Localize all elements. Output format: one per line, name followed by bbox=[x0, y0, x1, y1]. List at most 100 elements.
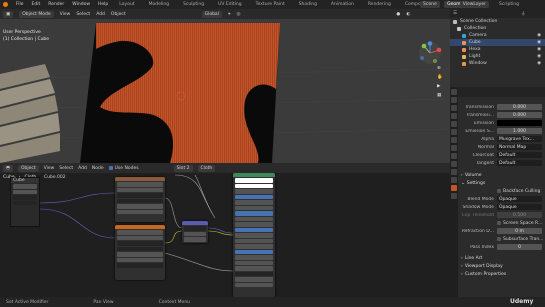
node-field[interactable] bbox=[184, 237, 206, 242]
scene-selector[interactable]: Scene bbox=[420, 1, 440, 8]
node-field[interactable] bbox=[117, 257, 163, 262]
visibility-eye-icon[interactable]: ◉ bbox=[537, 33, 541, 38]
menu-file[interactable]: File bbox=[16, 2, 24, 7]
prop-backface-culling[interactable]: Backface Culling bbox=[459, 187, 545, 195]
camera-view-icon[interactable]: ▶ bbox=[437, 84, 440, 89]
world-tab-icon[interactable] bbox=[451, 129, 457, 135]
node-field[interactable] bbox=[235, 205, 273, 210]
node-field[interactable] bbox=[235, 277, 273, 282]
viewport-menu-object[interactable]: Object bbox=[111, 12, 126, 17]
checkbox[interactable] bbox=[497, 221, 501, 225]
outliner-row-camera[interactable]: Camera ◉ bbox=[450, 32, 545, 39]
node-field[interactable] bbox=[235, 266, 273, 271]
node-field[interactable] bbox=[235, 211, 273, 216]
node-header[interactable] bbox=[115, 225, 165, 229]
prop-link-field[interactable]: Normal Map bbox=[497, 144, 542, 150]
node-field[interactable] bbox=[117, 204, 163, 209]
node-header[interactable] bbox=[182, 221, 208, 225]
data-tab-icon[interactable] bbox=[451, 177, 457, 183]
workspace-tab-modeling[interactable]: Modeling bbox=[146, 1, 172, 8]
shading-solid-icon[interactable]: ● bbox=[396, 12, 400, 17]
texture-tab-icon[interactable] bbox=[451, 193, 457, 199]
viewport-menu-view[interactable]: View bbox=[60, 12, 71, 17]
node-field[interactable] bbox=[184, 231, 206, 236]
zoom-icon[interactable]: ⊕ bbox=[437, 66, 441, 71]
constraints-tab-icon[interactable] bbox=[451, 169, 457, 175]
node-field[interactable] bbox=[117, 193, 163, 198]
workspace-tab-texture-paint[interactable]: Texture Paint bbox=[253, 1, 288, 8]
proportional-edit-icon[interactable]: ◎ bbox=[236, 12, 240, 17]
visibility-eye-icon[interactable]: ◉ bbox=[537, 54, 541, 59]
node-field[interactable] bbox=[117, 241, 163, 246]
viewport-menu-add[interactable]: Add bbox=[96, 12, 105, 17]
physics-tab-icon[interactable] bbox=[451, 161, 457, 167]
prop-value-field[interactable]: 0 m bbox=[497, 228, 542, 234]
mode-selector[interactable]: Object Mode bbox=[19, 10, 54, 18]
scene-tab-icon[interactable] bbox=[451, 121, 457, 127]
outliner-row-cube[interactable]: Cube ◉ bbox=[450, 39, 545, 46]
node-editor-type[interactable]: ◓ bbox=[3, 164, 13, 172]
filter-icon[interactable]: ⏚ bbox=[521, 11, 526, 17]
node-field[interactable] bbox=[235, 222, 273, 227]
view-layer-selector[interactable]: ViewLayer bbox=[459, 1, 489, 8]
section-custom-properties[interactable]: › Custom Properties bbox=[450, 270, 545, 278]
node-field[interactable] bbox=[235, 233, 273, 238]
workspace-tab-sculpting[interactable]: Sculpting bbox=[180, 1, 207, 8]
navigation-gizmo[interactable] bbox=[418, 41, 442, 65]
normal-map-node[interactable] bbox=[182, 221, 208, 243]
snap-icon[interactable]: ⌖ bbox=[228, 11, 231, 17]
shadow-mode-dropdown[interactable]: Opaque bbox=[497, 204, 542, 210]
node-field[interactable] bbox=[235, 216, 273, 221]
outliner-row-window[interactable]: Window ◉ bbox=[450, 60, 545, 67]
outliner-row-hexa[interactable]: Hexa ◉ bbox=[450, 46, 545, 53]
menu-render[interactable]: Render bbox=[48, 2, 64, 7]
use-nodes-toggle[interactable]: Use Nodes bbox=[108, 166, 139, 171]
menu-help[interactable]: Help bbox=[98, 2, 108, 7]
workspace-tab-scripting[interactable]: Scripting bbox=[496, 1, 522, 8]
section-settings[interactable]: ⌄ Settings bbox=[450, 179, 545, 187]
section-volume[interactable]: › Volume bbox=[450, 171, 545, 179]
node-field[interactable] bbox=[235, 249, 273, 254]
node-field[interactable] bbox=[117, 235, 163, 240]
texture-node[interactable] bbox=[115, 225, 165, 280]
node-menu-add[interactable]: Add bbox=[78, 166, 87, 171]
emission-color-swatch[interactable] bbox=[497, 120, 542, 126]
node-field[interactable] bbox=[117, 182, 163, 187]
node-field[interactable] bbox=[184, 226, 206, 231]
material-tab-icon[interactable] bbox=[451, 185, 457, 191]
principled-bsdf-node[interactable] bbox=[233, 173, 275, 297]
node-field[interactable] bbox=[117, 252, 163, 257]
node-field[interactable] bbox=[235, 189, 273, 194]
checkbox[interactable] bbox=[497, 237, 501, 241]
node-field[interactable] bbox=[235, 227, 273, 232]
workspace-tab-layout[interactable]: Layout bbox=[116, 1, 137, 8]
node-field[interactable] bbox=[235, 238, 273, 243]
checkbox[interactable] bbox=[497, 189, 501, 193]
prop-value-field[interactable]: 1.000 bbox=[497, 128, 542, 134]
node-field[interactable] bbox=[235, 244, 273, 249]
prop-link-field[interactable]: Musgrave Tex... bbox=[497, 136, 542, 142]
prop-screen-space-refraction[interactable]: Screen Space R... bbox=[459, 219, 545, 227]
node-field[interactable] bbox=[235, 194, 273, 199]
node-field[interactable] bbox=[235, 183, 273, 188]
prop-subsurface-translucency[interactable]: Subsurface Tran... bbox=[459, 235, 545, 243]
tool-tab-icon[interactable] bbox=[451, 89, 457, 95]
editor-type-button[interactable]: ▣ bbox=[3, 10, 14, 18]
prop-value-field[interactable]: 0.500 bbox=[497, 212, 542, 218]
render-tab-icon[interactable] bbox=[451, 97, 457, 103]
node-menu-node[interactable]: Node bbox=[92, 166, 104, 171]
workspace-tab-rendering[interactable]: Rendering bbox=[365, 1, 394, 8]
node-field[interactable] bbox=[235, 255, 273, 260]
prop-value-field[interactable]: 0.000 bbox=[497, 112, 542, 118]
slot-dropdown[interactable]: Slot 2 bbox=[173, 164, 193, 172]
3d-viewport[interactable]: User Perspective (1) Collection | Cube ⊕… bbox=[0, 19, 450, 163]
output-tab-icon[interactable] bbox=[451, 105, 457, 111]
menu-edit[interactable]: Edit bbox=[32, 2, 41, 7]
prop-value-field[interactable]: 0 bbox=[497, 244, 542, 250]
view-layer-tab-icon[interactable] bbox=[451, 113, 457, 119]
material-selector[interactable]: Cloth bbox=[197, 164, 216, 172]
pan-hand-icon[interactable]: ✋ bbox=[437, 75, 443, 80]
node-header[interactable] bbox=[233, 173, 275, 177]
shading-material-icon[interactable]: ◐ bbox=[406, 12, 410, 17]
node-field[interactable] bbox=[235, 200, 273, 205]
